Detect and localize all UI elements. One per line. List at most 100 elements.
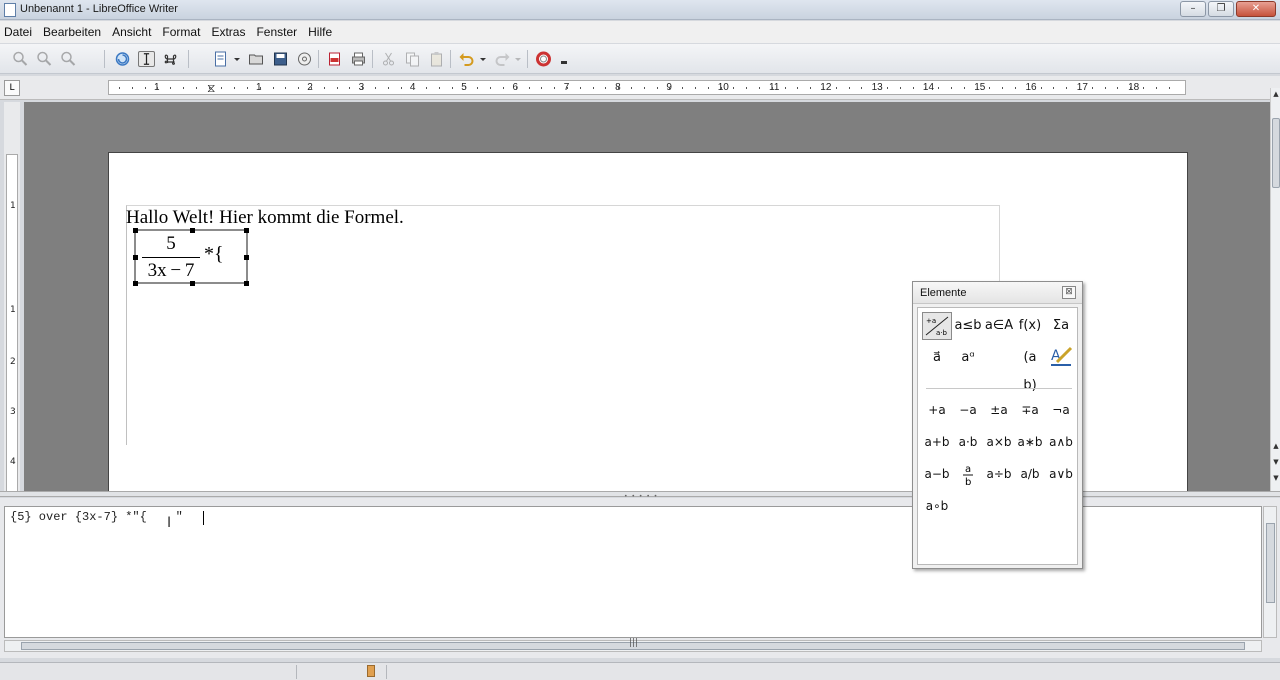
element-a-and-b[interactable]: a∧b xyxy=(1046,428,1076,456)
menu-fenster[interactable]: Fenster xyxy=(256,25,297,39)
toolbar-separator xyxy=(318,50,319,68)
selection-handle[interactable] xyxy=(244,228,249,233)
element-plus-a[interactable]: +a xyxy=(922,396,952,424)
document-vertical-scrollbar[interactable]: ▲ ▲ ▼ ▼ xyxy=(1270,88,1280,492)
page-up-icon[interactable]: ▲ xyxy=(1271,442,1280,452)
element-a-circ-b[interactable]: a∘b xyxy=(922,492,952,520)
ruler-tick xyxy=(938,87,940,89)
selection-handle[interactable] xyxy=(133,281,138,286)
new-dropdown-icon[interactable] xyxy=(233,51,241,67)
document-text[interactable]: Hallo Welt! Hier kommt die Formel. xyxy=(126,207,404,229)
element-a-cdot-b[interactable]: a·b xyxy=(953,428,983,456)
ruler-tick xyxy=(720,87,722,89)
category-attributes-icon[interactable]: a⃗ xyxy=(922,344,952,372)
ruler-tick xyxy=(195,87,197,89)
zoom-in-icon[interactable] xyxy=(12,51,29,67)
toolbar-overflow-icon[interactable] xyxy=(560,51,568,67)
element-plus-minus-a[interactable]: ±a xyxy=(984,396,1014,424)
zoom-icon[interactable] xyxy=(60,51,77,67)
tab-type-selector[interactable]: L xyxy=(4,80,20,96)
formula-object[interactable]: 5 3x − 7 *{ xyxy=(133,228,249,286)
menu-format[interactable]: Format xyxy=(162,25,200,39)
element-a-ast-b[interactable]: a∗b xyxy=(1015,428,1045,456)
toolbar-separator xyxy=(188,50,189,68)
scrollbar-thumb[interactable] xyxy=(1266,523,1275,603)
print-icon[interactable] xyxy=(350,51,367,67)
zoom-out-icon[interactable] xyxy=(36,51,53,67)
category-formats-icon[interactable]: A xyxy=(1046,344,1076,372)
ruler-tick xyxy=(784,87,786,89)
element-a-over-b[interactable]: ab xyxy=(953,460,983,488)
ruler-tick xyxy=(413,87,415,89)
element-a-or-b[interactable]: a∨b xyxy=(1046,460,1076,488)
vertical-ruler-label: 1 xyxy=(10,201,16,211)
category-operators-icon[interactable]: Σa xyxy=(1046,312,1076,340)
email-icon[interactable] xyxy=(296,51,313,67)
selection-handle[interactable] xyxy=(244,281,249,286)
scroll-up-icon[interactable]: ▲ xyxy=(1271,90,1280,100)
vertical-ruler-scale: 1 1 2 3 4 xyxy=(6,154,18,492)
formula-cursor-icon[interactable] xyxy=(138,51,155,67)
redo-icon[interactable] xyxy=(494,51,511,67)
elements-panel: Elemente ⊠ +a a·b a≤b a∈A f(x) Σa a⃗ aᵅ (… xyxy=(912,281,1083,569)
vertical-ruler[interactable]: 1 1 2 3 4 xyxy=(4,102,20,492)
page-down-icon[interactable]: ▼ xyxy=(1271,458,1280,468)
ruler-tick xyxy=(835,87,837,89)
paste-icon[interactable] xyxy=(428,51,445,67)
element-a-times-b[interactable]: a×b xyxy=(984,428,1014,456)
category-set-operations-icon[interactable]: a∈A xyxy=(984,312,1014,340)
menu-ansicht[interactable]: Ansicht xyxy=(112,25,151,39)
undo-dropdown-icon[interactable] xyxy=(479,51,487,67)
element-a-div-b[interactable]: a÷b xyxy=(984,460,1014,488)
redo-dropdown-icon[interactable] xyxy=(514,51,522,67)
category-functions-icon[interactable]: f(x) xyxy=(1015,312,1045,340)
menu-bar: Datei Bearbeiten Ansicht Format Extras F… xyxy=(0,21,1280,43)
command-vertical-scrollbar[interactable] xyxy=(1263,506,1277,638)
element-a-plus-b[interactable]: a+b xyxy=(922,428,952,456)
menu-extras[interactable]: Extras xyxy=(211,25,245,39)
command-text[interactable]: {5} over {3x-7} *"{ " xyxy=(10,510,183,524)
close-panel-icon[interactable]: ⊠ xyxy=(1062,286,1076,299)
minimize-button[interactable]: – xyxy=(1180,1,1206,17)
command-horizontal-scrollbar[interactable]: ||| xyxy=(4,638,1262,652)
selection-handle[interactable] xyxy=(133,228,138,233)
horizontal-ruler[interactable]: ⧖ 1123456789101112131415161718 xyxy=(108,80,1186,95)
open-icon[interactable] xyxy=(248,51,265,67)
new-document-icon[interactable] xyxy=(212,51,229,67)
ruler-tick xyxy=(1053,87,1055,89)
element-not-a[interactable]: ¬a xyxy=(1046,396,1076,424)
cut-icon[interactable] xyxy=(380,51,397,67)
element-minus-plus-a[interactable]: ∓a xyxy=(1015,396,1045,424)
scrollbar-thumb[interactable] xyxy=(1272,118,1280,188)
symbols-icon[interactable] xyxy=(162,51,179,67)
export-pdf-icon[interactable] xyxy=(326,51,343,67)
category-others-icon[interactable]: aᵅ xyxy=(953,344,983,372)
category-unary-binary-icon[interactable]: +a a·b xyxy=(922,312,952,340)
scroll-down-icon[interactable]: ▼ xyxy=(1271,474,1280,484)
ruler-tick xyxy=(234,87,236,89)
menu-hilfe[interactable]: Hilfe xyxy=(308,25,332,39)
editor-splitter[interactable]: • • • • • xyxy=(0,491,1280,500)
close-button[interactable]: ✕ xyxy=(1236,1,1276,17)
menu-datei[interactable]: Datei xyxy=(4,25,32,39)
selection-handle[interactable] xyxy=(244,255,249,260)
modified-indicator-icon[interactable] xyxy=(367,665,375,677)
menu-bearbeiten[interactable]: Bearbeiten xyxy=(43,25,101,39)
element-a-slash-b[interactable]: a/b xyxy=(1015,460,1045,488)
element-minus-a[interactable]: −a xyxy=(953,396,983,424)
toolbar-separator xyxy=(450,50,451,68)
help-lifebuoy-icon[interactable] xyxy=(535,51,552,67)
category-relations-icon[interactable]: a≤b xyxy=(953,312,983,340)
ruler-tick xyxy=(157,87,159,89)
undo-icon[interactable] xyxy=(458,51,475,67)
save-icon[interactable] xyxy=(272,51,289,67)
ruler-tick xyxy=(208,87,210,89)
elements-panel-header[interactable]: Elemente ⊠ xyxy=(913,282,1082,304)
element-a-minus-b[interactable]: a−b xyxy=(922,460,952,488)
update-icon[interactable] xyxy=(114,51,131,67)
maximize-button[interactable]: ❐ xyxy=(1208,1,1234,17)
selection-handle[interactable] xyxy=(133,255,138,260)
ruler-tick xyxy=(259,87,261,89)
copy-icon[interactable] xyxy=(404,51,421,67)
category-brackets-icon[interactable]: (a b) xyxy=(1015,344,1045,393)
